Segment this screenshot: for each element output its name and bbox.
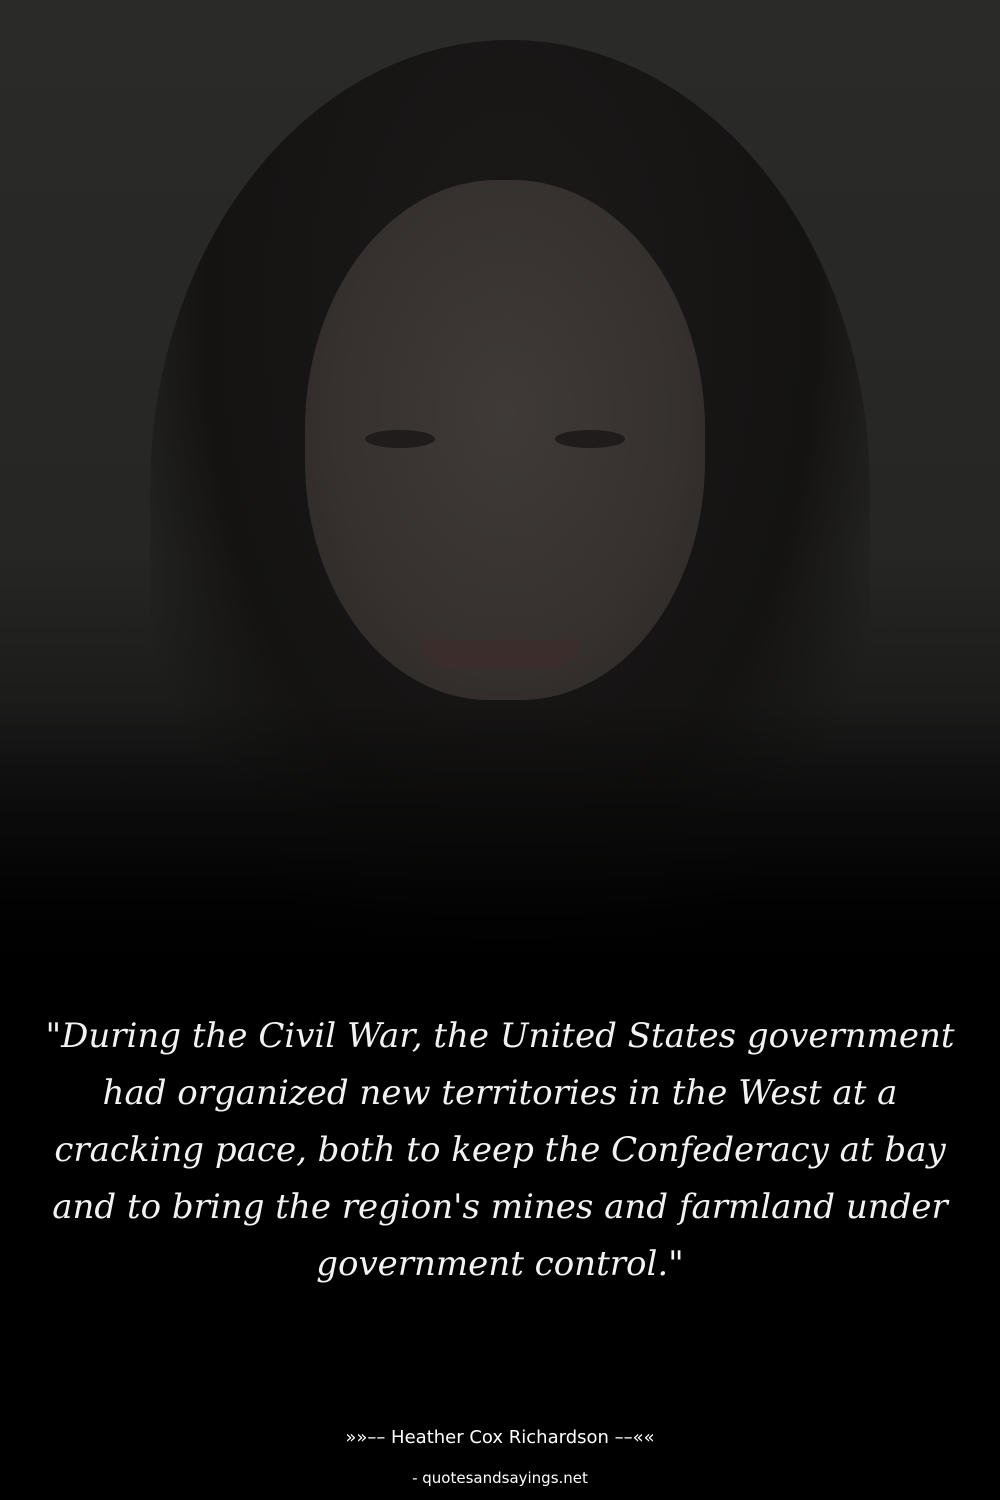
quote-text: "During the Civil War, the United States… — [45, 1016, 955, 1284]
portrait-photo — [0, 0, 1000, 1000]
photo-fade-overlay — [0, 0, 1000, 1000]
author-attribution: »»–– Heather Cox Richardson ––«« — [345, 1427, 655, 1448]
quote-card: "During the Civil War, the United States… — [0, 0, 1000, 1500]
source-site-credit: - quotesandsayings.net — [412, 1469, 588, 1487]
